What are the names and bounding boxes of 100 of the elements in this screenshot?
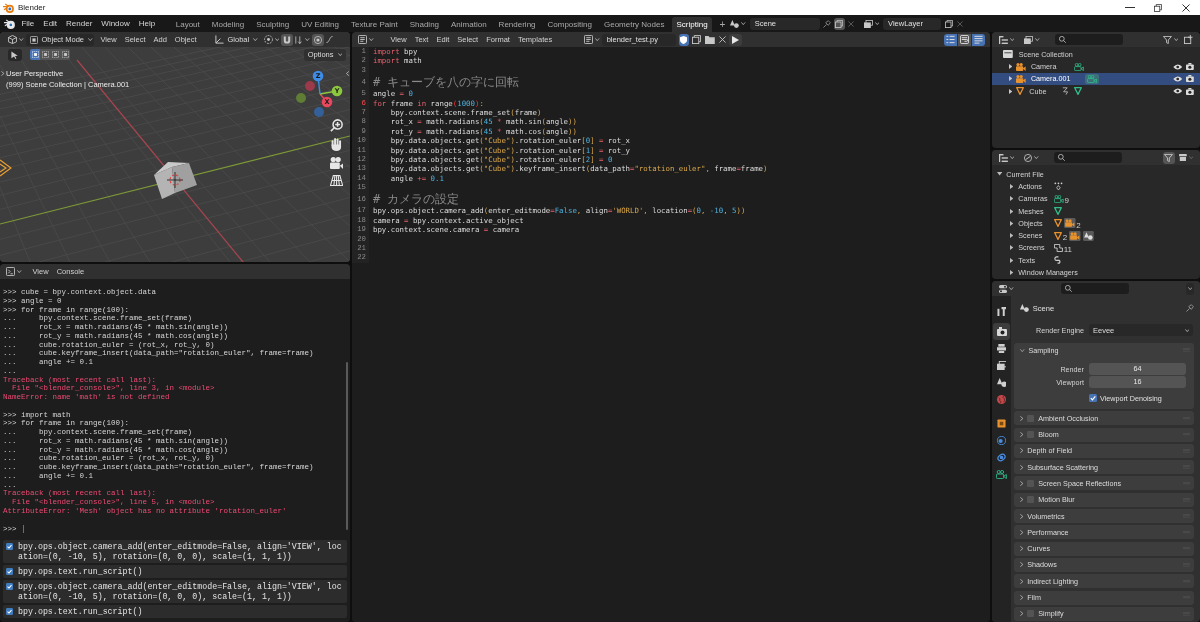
scrollbar[interactable]	[346, 362, 348, 530]
camera-data-icon[interactable]	[1085, 73, 1100, 84]
chevron-icon[interactable]	[1020, 578, 1024, 584]
workspace-tab[interactable]: Rendering	[494, 17, 540, 32]
close-button[interactable]	[717, 33, 727, 46]
expand-caret-icon[interactable]	[1010, 220, 1014, 226]
chevron-icon[interactable]	[1020, 464, 1024, 470]
chevron-icon[interactable]	[1020, 611, 1024, 617]
menu-item[interactable]: Window	[96, 16, 135, 31]
chevron-icon[interactable]	[1020, 415, 1024, 421]
chevron-icon[interactable]	[1020, 448, 1024, 454]
camera-data-icon[interactable]	[1071, 61, 1086, 72]
new-collection-button[interactable]	[1183, 33, 1194, 46]
expand-caret-icon[interactable]	[1009, 64, 1013, 70]
view-layer-browse-button[interactable]	[862, 17, 881, 30]
movie-camera-icon[interactable]	[329, 157, 343, 169]
properties-tab[interactable]	[993, 323, 1010, 340]
new-view-layer-button[interactable]	[944, 17, 955, 30]
view-toggle-button[interactable]	[944, 33, 957, 46]
select-mode-button[interactable]	[40, 49, 50, 60]
expand-caret-icon[interactable]	[997, 172, 1003, 176]
chevron-icon[interactable]	[1020, 546, 1024, 552]
expand-caret-icon[interactable]	[1010, 208, 1014, 214]
expand-caret-icon[interactable]	[1010, 183, 1014, 189]
search-field[interactable]	[1053, 152, 1122, 163]
chevron-icon[interactable]	[1020, 481, 1024, 486]
filter-button[interactable]	[1161, 33, 1179, 46]
grid-icon[interactable]	[329, 175, 343, 186]
fake-user-button[interactable]	[678, 33, 689, 46]
editor-type-button[interactable]	[6, 33, 26, 46]
workspace-tab[interactable]: Compositing	[543, 17, 596, 32]
view-toggle-button[interactable]	[958, 33, 971, 46]
render-camera-icon[interactable]	[1186, 63, 1194, 71]
workspace-tab[interactable]: Geometry Nodes	[600, 17, 669, 32]
workspace-tab[interactable]: Shading	[405, 17, 444, 32]
expand-caret-icon[interactable]	[1009, 76, 1013, 82]
hand-icon[interactable]	[330, 138, 343, 151]
new-scene-button[interactable]	[833, 17, 845, 30]
pin-icon[interactable]	[822, 19, 831, 28]
expand-caret-icon[interactable]	[1010, 245, 1014, 251]
select-mode-button[interactable]	[60, 49, 70, 60]
eye-icon[interactable]	[1172, 88, 1183, 95]
display-mode-button[interactable]	[998, 151, 1016, 164]
blend-file-button[interactable]	[1023, 151, 1040, 164]
menu-item[interactable]: File	[16, 16, 39, 31]
options-button[interactable]	[1185, 282, 1194, 295]
falloff-curve-icon[interactable]	[325, 36, 333, 43]
menu-item[interactable]: Render	[61, 16, 97, 31]
chevron-icon[interactable]	[1020, 513, 1024, 519]
text-browse-button[interactable]	[582, 33, 602, 46]
search-field[interactable]	[1054, 34, 1123, 45]
chevron-icon[interactable]	[1020, 562, 1024, 568]
run-script-button[interactable]	[728, 33, 742, 46]
expand-caret-icon[interactable]	[1009, 88, 1013, 94]
negative-axis-handle[interactable]	[314, 107, 324, 117]
workspace-tab[interactable]: Sculpting	[252, 17, 294, 32]
eye-icon[interactable]	[1172, 63, 1183, 70]
workspace-tab[interactable]: Scripting	[672, 17, 712, 32]
mesh-data-icon[interactable]	[1071, 86, 1084, 97]
open-button[interactable]	[703, 33, 716, 46]
editor-type-button[interactable]	[357, 33, 375, 46]
close-icon[interactable]	[847, 20, 854, 27]
chevron-icon[interactable]	[1020, 529, 1024, 535]
checkbox[interactable]	[1089, 394, 1097, 402]
menu-item[interactable]: Help	[134, 16, 160, 31]
workspace-tab[interactable]: Texture Paint	[346, 17, 402, 32]
proportional-edit-button[interactable]	[311, 33, 324, 46]
view-toggle-button[interactable]	[972, 33, 985, 46]
scene-browse-button[interactable]	[729, 17, 747, 30]
select-mode-button[interactable]	[30, 49, 40, 60]
workspace-tab[interactable]: UV Editing	[297, 17, 343, 32]
select-tool-button[interactable]	[8, 48, 22, 61]
pin-icon[interactable]	[1186, 304, 1194, 312]
expand-caret-icon[interactable]	[1010, 196, 1014, 202]
purge-button[interactable]	[1177, 151, 1194, 164]
snap-target-button[interactable]	[293, 33, 312, 46]
pivot-button[interactable]	[261, 33, 282, 46]
expand-caret-icon[interactable]	[1010, 233, 1014, 239]
chevron-icon[interactable]	[1020, 432, 1024, 438]
expand-chevron-icon[interactable]	[345, 71, 349, 76]
expand-chevron-icon[interactable]	[1, 71, 5, 76]
close-icon[interactable]	[957, 20, 964, 27]
eye-icon[interactable]	[1172, 75, 1183, 82]
expand-caret-icon[interactable]	[1010, 257, 1014, 263]
editor-type-button[interactable]	[5, 265, 23, 278]
negative-axis-handle[interactable]	[305, 81, 315, 91]
render-camera-icon[interactable]	[1186, 87, 1194, 95]
add-workspace-button[interactable]: +	[715, 17, 730, 32]
workspace-tab[interactable]: Layout	[171, 17, 204, 32]
workspace-tab[interactable]: Animation	[447, 17, 491, 32]
select-mode-button[interactable]	[50, 49, 60, 60]
expand-caret-icon[interactable]	[1010, 270, 1014, 275]
workspace-tab[interactable]: Modeling	[207, 17, 249, 32]
filter-button[interactable]	[1162, 151, 1175, 164]
negative-axis-handle[interactable]	[296, 93, 306, 103]
search-field[interactable]	[1060, 283, 1129, 294]
editor-type-button[interactable]	[998, 282, 1015, 295]
menu-item[interactable]: Edit	[38, 16, 62, 31]
blender-logo-icon[interactable]	[4, 18, 15, 29]
snap-button[interactable]	[281, 33, 294, 46]
